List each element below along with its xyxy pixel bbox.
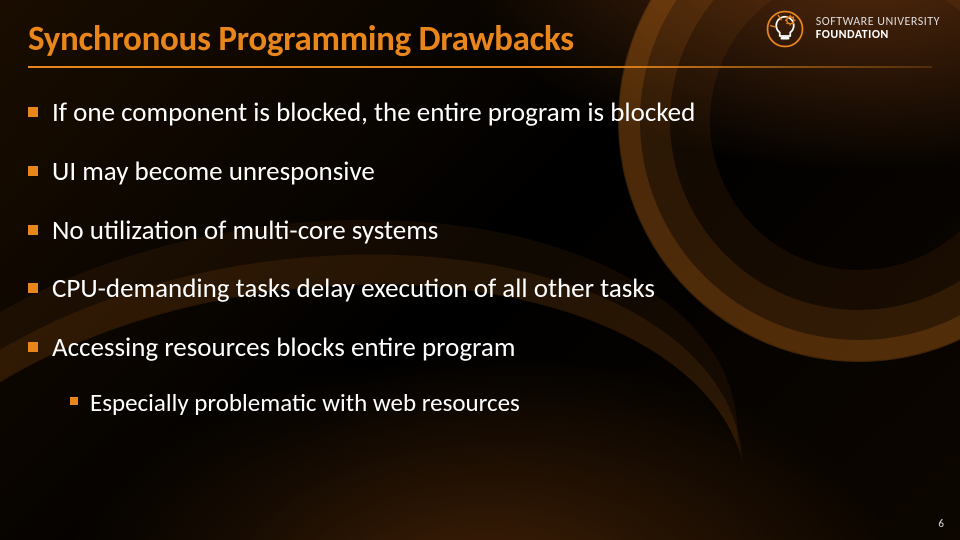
brand-line-2: FOUNDATION	[816, 29, 940, 42]
bullet-text: CPU-demanding tasks delay execution of a…	[52, 272, 655, 305]
sub-bullet-list: Especially problematic with web resource…	[70, 387, 932, 418]
bullet-text: Especially problematic with web resource…	[90, 387, 520, 418]
title-underline	[28, 66, 932, 68]
brand-logo: SOFTWARE UNIVERSITY FOUNDATION	[764, 8, 940, 50]
lightbulb-gear-icon	[764, 8, 806, 50]
bullet-text: If one component is blocked, the entire …	[52, 96, 695, 129]
bullet-text: Accessing resources blocks entire progra…	[52, 331, 515, 364]
list-item: CPU-demanding tasks delay execution of a…	[28, 272, 932, 306]
list-item: If one component is blocked, the entire …	[28, 96, 932, 130]
list-item: UI may become unresponsive	[28, 155, 932, 189]
page-number: 6	[938, 517, 944, 530]
brand-text: SOFTWARE UNIVERSITY FOUNDATION	[816, 16, 940, 41]
list-item: Especially problematic with web resource…	[70, 387, 932, 418]
bullet-text: No utilization of multi-core systems	[52, 214, 438, 247]
bullet-list: If one component is blocked, the entire …	[28, 96, 932, 418]
list-item: No utilization of multi-core systems	[28, 214, 932, 248]
list-item: Accessing resources blocks entire progra…	[28, 331, 932, 418]
bullet-text: UI may become unresponsive	[52, 155, 375, 188]
slide: SOFTWARE UNIVERSITY FOUNDATION Synchrono…	[0, 0, 960, 540]
